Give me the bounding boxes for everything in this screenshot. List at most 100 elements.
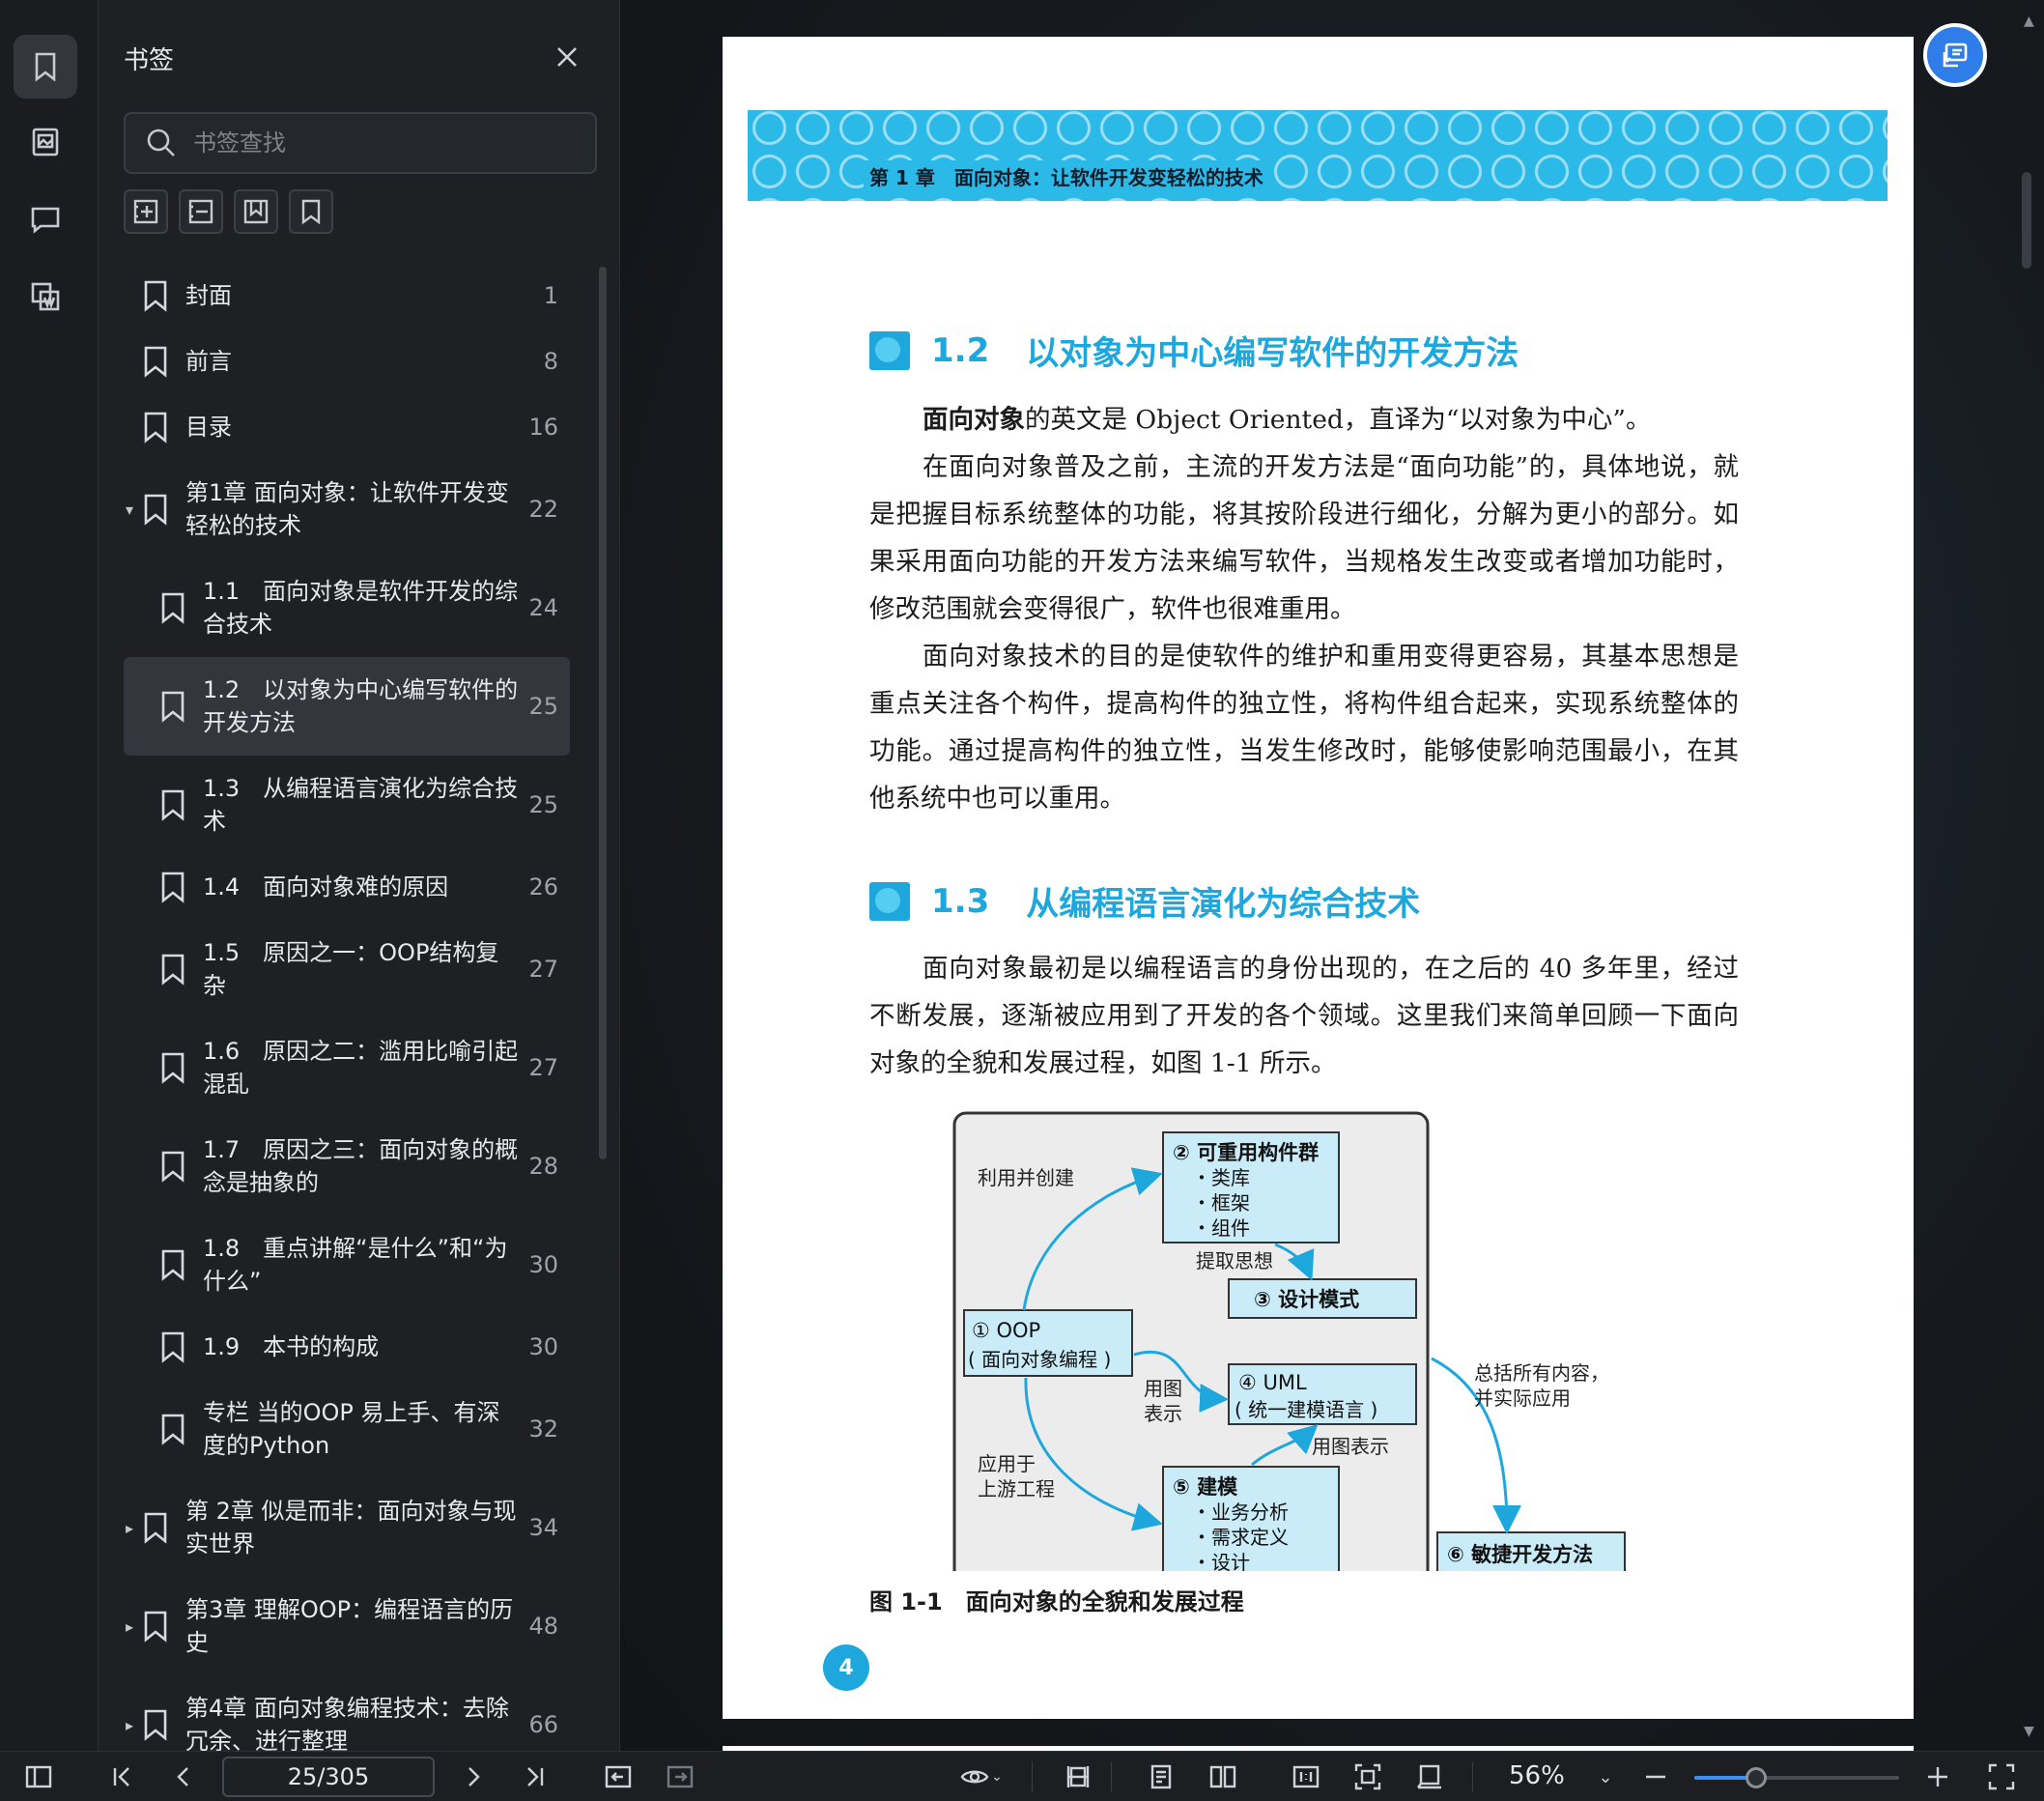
- fullscreen-icon: [1988, 1763, 2015, 1790]
- floating-tool-button[interactable]: [1923, 23, 1987, 87]
- last-page-button[interactable]: [518, 1759, 553, 1794]
- close-panel-button[interactable]: [553, 43, 582, 71]
- bookmark-item[interactable]: 1.6 原因之二：滥用比喻引起混乱 27: [124, 1018, 570, 1117]
- image-icon: [32, 128, 59, 157]
- bookmark-item[interactable]: 专栏 当的OOP 易上手、有深度的Python 32: [124, 1380, 570, 1478]
- figure-text: ・组件: [1192, 1216, 1250, 1240]
- figure-text: 提取思想: [1196, 1249, 1273, 1272]
- section-heading-1-2: 1.2 以对象为中心编写软件的开发方法: [869, 327, 1519, 374]
- zoom-slider[interactable]: [1694, 1767, 1899, 1788]
- expand-all-button[interactable]: [124, 189, 168, 234]
- bookmark-icon: [158, 1330, 187, 1363]
- document-scrollbar[interactable]: [2022, 172, 2031, 269]
- bookmark-item[interactable]: ▾ 第1章 面向对象：让软件开发变轻松的技术 22: [124, 460, 570, 558]
- bookmark-icon: [158, 788, 187, 821]
- close-icon: [557, 47, 577, 67]
- back-button[interactable]: [601, 1759, 636, 1794]
- eye-icon: [960, 1770, 989, 1784]
- caret-right-icon[interactable]: ▸: [126, 1716, 133, 1734]
- bookmark-icon: [35, 52, 56, 82]
- rail-bookmarks-button[interactable]: [14, 35, 77, 99]
- actual-size-button[interactable]: [1289, 1759, 1323, 1794]
- bookmark-icon: [158, 1413, 187, 1445]
- prev-page-button[interactable]: [166, 1759, 201, 1794]
- bookmark-item[interactable]: 1.8 重点讲解“是什么”和“为什么” 30: [124, 1215, 570, 1314]
- bookmark-item[interactable]: 1.9 本书的构成 30: [124, 1314, 570, 1380]
- fullscreen-button[interactable]: [1984, 1759, 2019, 1794]
- bookmark-label: 第3章 理解OOP：编程语言的历史: [185, 1596, 514, 1656]
- panel-title: 书签: [124, 46, 175, 75]
- page-indicator-input[interactable]: 25/305: [222, 1757, 435, 1797]
- rail-extract-button[interactable]: [14, 265, 77, 329]
- bookmark-item[interactable]: 1.2 以对象为中心编写软件的开发方法 25: [124, 657, 570, 756]
- document-viewer[interactable]: 第 1 章 面向对象：让软件开发变轻松的技术 1.2 以对象为中心编写软件的开发…: [621, 0, 2044, 1751]
- paragraph-text: 的英文是 Object Oriented，直译为“以对象为中心”。: [1025, 405, 1652, 435]
- rotate-icon: [1417, 1764, 1441, 1789]
- bookmark-label: 1.4 面向对象难的原因: [203, 873, 449, 900]
- view-mode-button[interactable]: ⌄: [952, 1759, 1010, 1794]
- bookmark-icon: [158, 871, 187, 903]
- fit-width-button[interactable]: [1061, 1759, 1095, 1794]
- caret-right-icon[interactable]: ▸: [126, 1519, 133, 1537]
- caret-right-icon[interactable]: ▸: [126, 1617, 133, 1636]
- figure-1-1: ② 可重用构件群 ・类库 ・框架 ・组件 ③ 设计模式 ① OOP ( 面向对象…: [869, 1069, 1719, 1588]
- bookmark-item[interactable]: 1.7 原因之三：面向对象的概念是抽象的 28: [124, 1117, 570, 1215]
- bookmark-label: 第 2章 似是而非：面向对象与现实世界: [185, 1498, 517, 1558]
- section-number: 1.2: [931, 330, 990, 370]
- bookmark-icon: [141, 1708, 170, 1741]
- scroll-down-icon[interactable]: ▼: [2024, 1724, 2034, 1739]
- section-marker-icon: [869, 330, 910, 370]
- forward-button[interactable]: [663, 1759, 697, 1794]
- next-page-button[interactable]: [456, 1759, 491, 1794]
- bookmark-item[interactable]: 封面 1: [124, 263, 570, 329]
- scroll-up-icon[interactable]: ▲: [2024, 14, 2034, 29]
- bookmark-item[interactable]: 目录 16: [124, 394, 570, 460]
- bookmark-scrollbar[interactable]: [599, 267, 607, 1159]
- zoom-dropdown-button[interactable]: ⌄: [1588, 1759, 1623, 1794]
- two-page-button[interactable]: [1206, 1759, 1240, 1794]
- bookmark-list: 封面 1 前言 8 目录 16 ▾ 第1章 面向对象：让软件开发变轻松的技术 22 1.1 面向对…: [124, 263, 597, 1751]
- bookmark-icon: [158, 591, 187, 624]
- zoom-in-button[interactable]: [1920, 1759, 1955, 1794]
- zoom-level[interactable]: 56%: [1509, 1761, 1565, 1790]
- bookmark-label: 封面: [185, 282, 232, 309]
- fit-page-button[interactable]: [1350, 1759, 1385, 1794]
- caret-down-icon[interactable]: ▾: [126, 500, 133, 519]
- bookmark-item[interactable]: 1.1 面向对象是软件开发的综合技术 24: [124, 558, 570, 657]
- figure-text: ① OOP: [972, 1319, 1040, 1342]
- rotate-button[interactable]: [1412, 1759, 1447, 1794]
- first-page-icon: [113, 1767, 129, 1787]
- rail-comments-button[interactable]: [14, 187, 77, 251]
- chevron-down-icon: ⌄: [991, 1769, 1003, 1785]
- bookmark-item[interactable]: ▸ 第 2章 似是而非：面向对象与现实世界 34: [124, 1478, 570, 1577]
- figure-text: ・业务分析: [1192, 1501, 1289, 1524]
- bookmark-item[interactable]: 1.5 原因之一：OOP结构复杂 27: [124, 920, 570, 1018]
- chevron-down-icon: ⌄: [1598, 1766, 1613, 1787]
- bookmark-item[interactable]: 前言 8: [124, 329, 570, 394]
- bookmark-current-button[interactable]: [289, 189, 333, 234]
- bookmark-page-number: 30: [528, 1251, 558, 1278]
- figure-text: 用图: [1144, 1377, 1182, 1400]
- figure-text: ・设计: [1192, 1551, 1250, 1571]
- collapse-all-button[interactable]: [179, 189, 223, 234]
- bookmark-label: 第4章 面向对象编程技术：去除冗余、进行整理: [185, 1695, 509, 1751]
- figure-text: ⑥ 敏捷开发方法: [1447, 1543, 1593, 1566]
- bookmark-search-input[interactable]: [193, 129, 580, 157]
- bookmark-item[interactable]: ▸ 第4章 面向对象编程技术：去除冗余、进行整理 66: [124, 1675, 570, 1751]
- forward-icon: [667, 1765, 694, 1788]
- bookmark-item[interactable]: ▸ 第3章 理解OOP：编程语言的历史 48: [124, 1577, 570, 1675]
- bookmark-icon: [141, 1511, 170, 1544]
- bookmark-item[interactable]: 1.3 从编程语言演化为综合技术 25: [124, 756, 570, 854]
- single-page-button[interactable]: [1144, 1759, 1178, 1794]
- bookmark-page-number: 34: [528, 1514, 558, 1541]
- bookmark-search[interactable]: [124, 112, 597, 174]
- rail-thumbnails-button[interactable]: [14, 110, 77, 174]
- toggle-sidebar-button[interactable]: [21, 1759, 56, 1794]
- zoom-slider-handle[interactable]: [1745, 1767, 1767, 1788]
- bookmark-item[interactable]: 1.4 面向对象难的原因 26: [124, 854, 570, 920]
- bookmark-icon: [301, 199, 321, 225]
- figure-text: ② 可重用构件群: [1173, 1141, 1319, 1164]
- zoom-out-button[interactable]: [1638, 1759, 1673, 1794]
- first-page-button[interactable]: [104, 1759, 139, 1794]
- add-bookmark-button[interactable]: [234, 189, 278, 234]
